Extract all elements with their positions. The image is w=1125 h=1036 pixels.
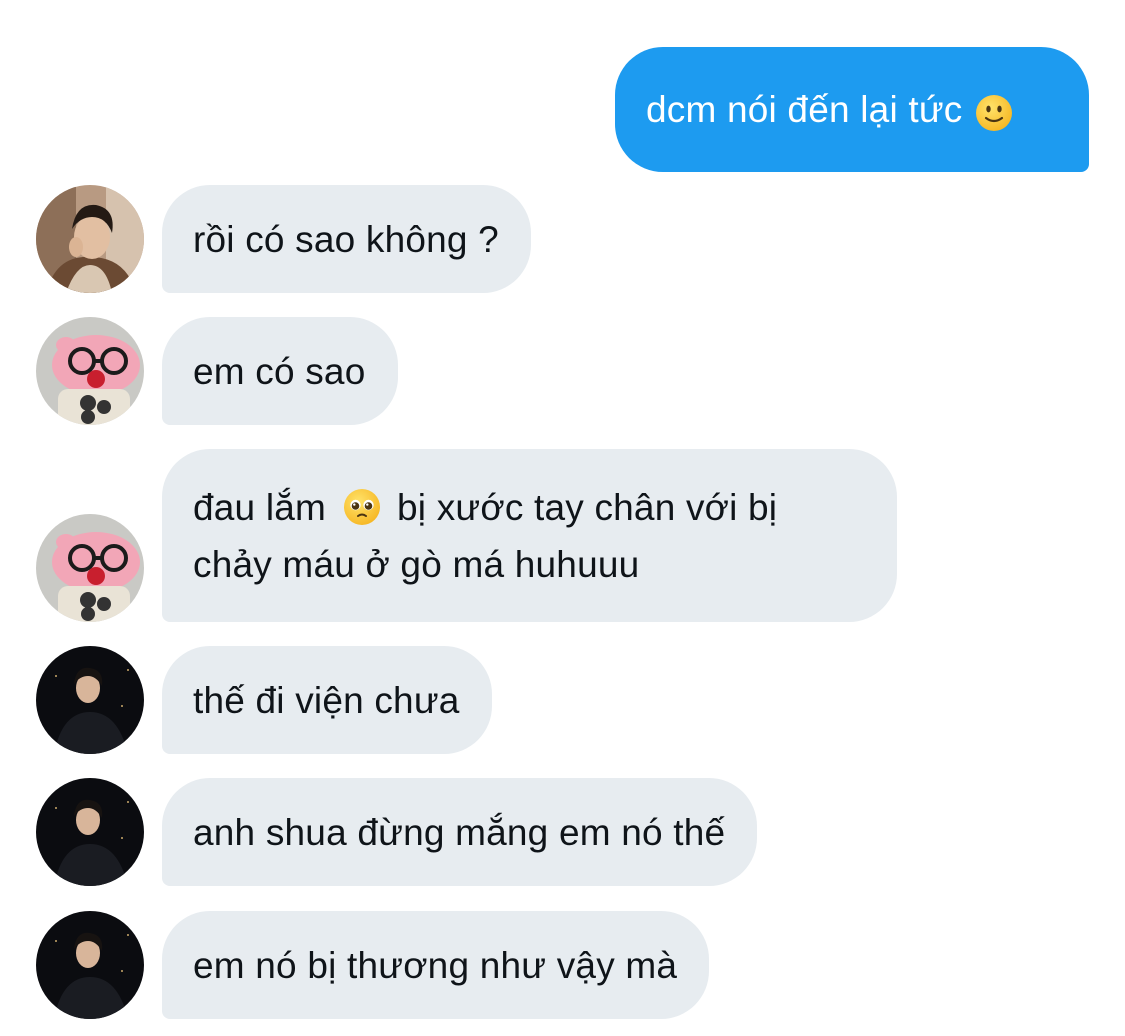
message-bubble-incoming[interactable]: đau lắm bị xước tay chân với bị chảy máu… — [162, 449, 897, 622]
message-text: em có sao — [193, 350, 366, 392]
message-bubble-incoming[interactable]: rồi có sao không ? — [162, 185, 531, 293]
avatar-pink-plush-glasses[interactable] — [36, 514, 144, 622]
avatar-man-dark-background[interactable] — [36, 911, 144, 1019]
message-text: dcm nói đến lại tức — [646, 89, 963, 130]
avatar-pink-plush-glasses[interactable] — [36, 317, 144, 425]
message-line: đau lắm bị xước tay chân với bị — [193, 479, 777, 536]
message-text: thế đi viện chưa — [193, 679, 460, 721]
message-bubble-incoming[interactable]: anh shua đừng mắng em nó thế — [162, 778, 758, 886]
message-bubble-outgoing[interactable]: dcm nói đến lại tức — [615, 47, 1089, 172]
message-bubble-incoming[interactable]: em nó bị thương như vậy mà — [162, 911, 710, 1019]
message-bubble-incoming[interactable]: thế đi viện chưa — [162, 646, 492, 754]
message-text: đau lắm — [193, 486, 327, 528]
avatar-man-brown-coat[interactable] — [36, 185, 144, 293]
slightly-smiling-face-icon — [975, 91, 1013, 131]
pleading-face-icon — [343, 485, 381, 525]
avatar-man-dark-background[interactable] — [36, 778, 144, 886]
message-line: chảy máu ở gò má huhuuu — [193, 543, 640, 585]
message-bubble-incoming[interactable]: em có sao — [162, 317, 398, 425]
avatar-man-dark-background[interactable] — [36, 646, 144, 754]
message-text: bị xước tay chân với bị — [397, 486, 778, 528]
message-text: em nó bị thương như vậy mà — [193, 944, 678, 986]
message-text: anh shua đừng mắng em nó thế — [193, 811, 726, 853]
message-text: rồi có sao không ? — [193, 218, 499, 260]
